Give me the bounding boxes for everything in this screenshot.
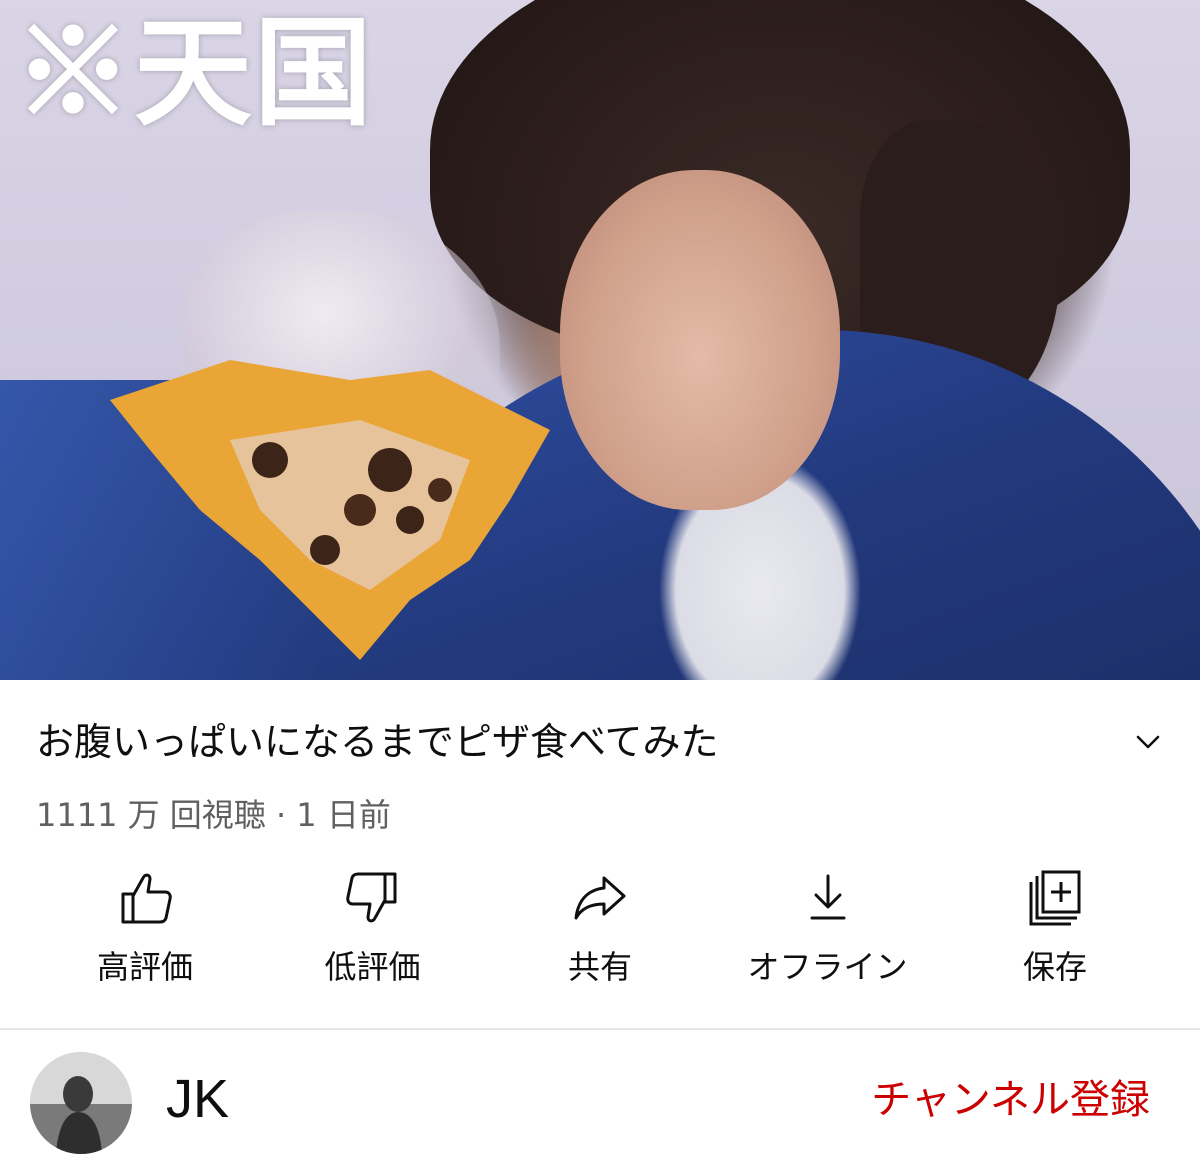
thumbnail-overlay-text: ※天国 — [14, 3, 375, 142]
subscribe-button[interactable]: チャンネル登録 — [871, 1072, 1150, 1128]
share-label: 共有 — [567, 948, 632, 986]
thumbs-up-icon — [121, 873, 172, 924]
like-button[interactable]: 高評価 — [35, 868, 255, 998]
download-icon — [810, 874, 845, 920]
add-to-playlist-icon — [1029, 870, 1081, 926]
chevron-down-icon[interactable] — [1130, 724, 1166, 760]
share-icon — [574, 876, 626, 920]
save-button[interactable]: 保存 — [945, 868, 1165, 998]
divider — [0, 1028, 1200, 1030]
video-player[interactable]: ※天国 — [0, 0, 1200, 680]
video-watch-page: ※天国 お腹いっぱいになるまでピザ食べてみた 1111 万 回視聴 · 1 日前… — [0, 0, 1200, 1174]
channel-avatar[interactable] — [30, 1052, 132, 1154]
like-label: 高評価 — [96, 948, 193, 986]
channel-row: JK チャンネル登録 — [30, 1050, 1170, 1160]
avatar-image — [30, 1052, 132, 1154]
thumbs-down-icon — [345, 872, 396, 923]
share-button[interactable]: 共有 — [490, 868, 710, 998]
download-button[interactable]: オフライン — [718, 868, 938, 998]
thumbnail-art-pizza — [110, 360, 550, 660]
title-row: お腹いっぱいになるまでピザ食べてみた — [36, 714, 1166, 770]
action-bar: 高評価 低評価 共有 オフライン 保存 — [35, 868, 1165, 998]
dislike-label: 低評価 — [324, 948, 421, 986]
download-label: オフライン — [747, 948, 908, 986]
view-count-and-date: 1111 万 回視聴 · 1 日前 — [36, 796, 391, 834]
dislike-button[interactable]: 低評価 — [263, 868, 483, 998]
video-title[interactable]: お腹いっぱいになるまでピザ食べてみた — [36, 714, 718, 770]
save-label: 保存 — [1022, 948, 1087, 986]
thumbnail-art-face — [560, 170, 840, 510]
channel-name[interactable]: JK — [166, 1064, 229, 1134]
